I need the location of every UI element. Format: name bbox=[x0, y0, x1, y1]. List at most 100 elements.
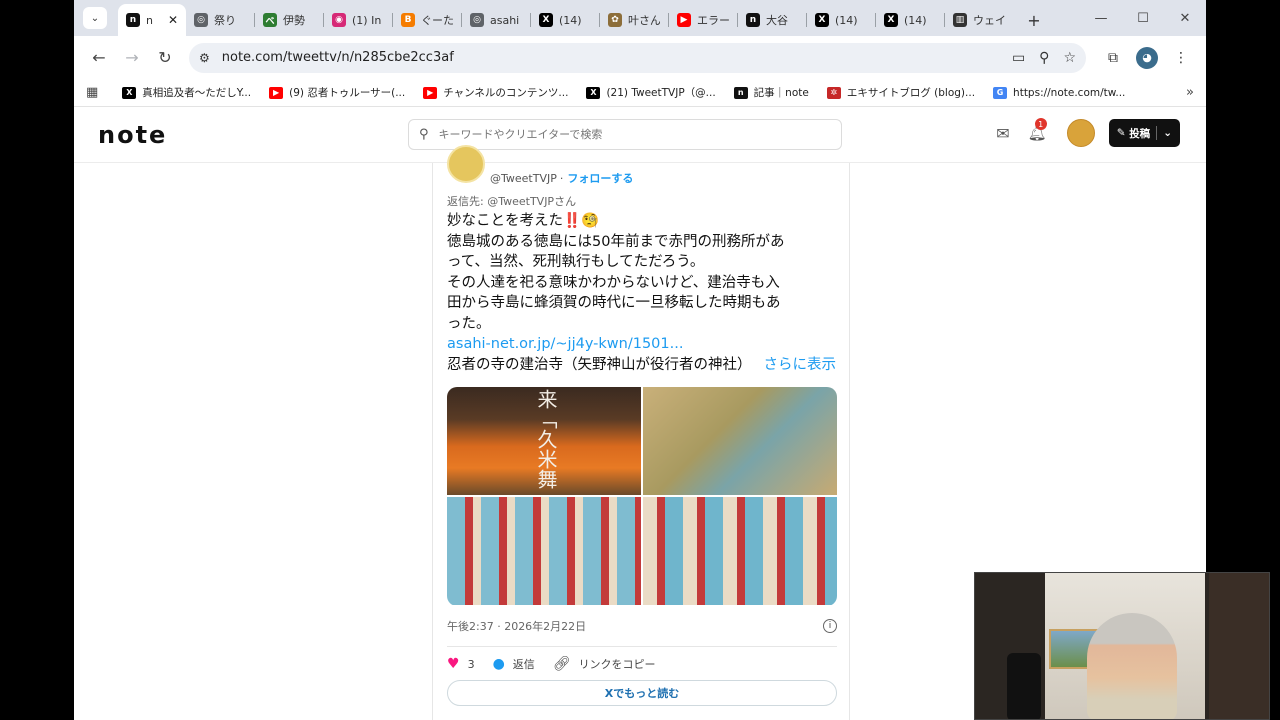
maximize-icon[interactable]: ☐ bbox=[1122, 0, 1164, 36]
notification-bell-icon[interactable]: 🔔︎ 1 bbox=[1028, 118, 1047, 142]
note-header: note ⚲ ✉ 🔔︎1 ✎ 投稿 ⌄ bbox=[74, 107, 1206, 163]
browser-tab[interactable]: ▥ ウェイ bbox=[945, 7, 1013, 33]
link-icon: 🔗︎ bbox=[552, 656, 571, 672]
browser-tab[interactable]: X (14) bbox=[876, 7, 944, 33]
new-tab-button[interactable]: + bbox=[1021, 11, 1047, 30]
bookmarks-bar: ▦ X 真相追及者〜ただしY... ▶ (9) 忍者トゥルーサー(... ▶ チャンネルの… bbox=[74, 79, 1206, 107]
bookmark-favicon-icon: n bbox=[733, 86, 748, 99]
tweet-media-grid[interactable]: 来「久米舞 bbox=[447, 387, 837, 606]
follow-link[interactable]: フォローする bbox=[567, 170, 633, 186]
user-avatar[interactable] bbox=[1066, 119, 1095, 147]
read-more-on-x-button[interactable]: Xでもっと読む bbox=[447, 680, 837, 706]
info-icon[interactable]: i bbox=[823, 619, 837, 633]
tweet-actions: ♥ 3 ● 返信 🔗︎ リンクをコピー bbox=[447, 656, 837, 672]
browser-tab[interactable]: ◎ asahi bbox=[462, 7, 530, 33]
browser-tab[interactable]: ✿ 叶さん bbox=[600, 7, 668, 33]
handle-separator: · bbox=[559, 171, 564, 185]
minimize-icon[interactable]: — bbox=[1080, 0, 1122, 36]
site-info-icon[interactable]: ⚙ bbox=[199, 51, 210, 65]
media-image-map-left[interactable] bbox=[447, 497, 641, 605]
tab-favicon-icon: X bbox=[539, 13, 553, 27]
back-button[interactable]: ← bbox=[84, 43, 114, 73]
tab-favicon-icon: B bbox=[401, 13, 415, 27]
tab-favicon-icon: n bbox=[746, 13, 760, 27]
reply-button[interactable]: ● 返信 bbox=[493, 656, 535, 672]
tweet-line: 妙なことを考えた‼️🧐 bbox=[447, 213, 600, 229]
close-tab-icon[interactable]: ✕ bbox=[168, 13, 178, 27]
webcam-shelf bbox=[1209, 573, 1269, 719]
bookmark-item[interactable]: X (21) TweetTVJP（@... bbox=[586, 85, 716, 100]
media-image-old-map[interactable] bbox=[643, 387, 837, 495]
browser-tab[interactable]: ◉ (1) In bbox=[324, 7, 392, 33]
webcam-overlay bbox=[974, 572, 1270, 720]
more-bookmarks-icon[interactable]: » bbox=[1186, 85, 1194, 100]
zoom-icon[interactable]: ⚲ bbox=[1039, 50, 1049, 66]
browser-tab[interactable]: ベ伊勢 bbox=[255, 7, 323, 33]
tweet-link[interactable]: asahi-net.or.jp/~jj4y-kwn/1501... bbox=[447, 334, 837, 355]
tab-favicon-icon: ▥ bbox=[953, 13, 967, 27]
extensions-icon[interactable]: ⧉ bbox=[1098, 43, 1128, 73]
browser-tab[interactable]: n 大谷 bbox=[738, 7, 806, 33]
address-bar[interactable]: ⚙ note.com/tweettv/n/n285cbe2cc3af ▭ ⚲ ☆ bbox=[189, 42, 1086, 73]
cast-off-icon[interactable]: ▭ bbox=[1012, 50, 1025, 66]
search-icon: ⚲ bbox=[419, 127, 429, 142]
media-image-map-right[interactable] bbox=[643, 497, 837, 605]
bookmark-favicon-icon: X bbox=[122, 86, 137, 99]
browser-tab[interactable]: ▶ エラー bbox=[669, 7, 737, 33]
bookmark-star-icon[interactable]: ☆ bbox=[1063, 50, 1076, 66]
menu-kebab-icon[interactable]: ⋮ bbox=[1166, 43, 1196, 73]
like-button[interactable]: ♥ 3 bbox=[447, 656, 475, 672]
divider bbox=[447, 646, 837, 647]
profile-button[interactable]: ◕ bbox=[1132, 43, 1162, 73]
search-input[interactable] bbox=[438, 128, 831, 141]
window-controls: — ☐ ✕ bbox=[1080, 0, 1206, 36]
tweet: @TweetTVJP · フォローする 返信先: @TweetTVJPさん 妙な… bbox=[447, 145, 837, 706]
header-actions: ✉ 🔔︎ 1 ✎ 投稿 ⌄ bbox=[996, 118, 1180, 147]
bookmark-item[interactable]: ▶ (9) 忍者トゥルーサー(... bbox=[269, 85, 405, 100]
tab-title: 祭り bbox=[214, 14, 236, 27]
bookmark-item[interactable]: X 真相追及者〜ただしY... bbox=[122, 85, 251, 100]
tweet-line: って、当然、死刑執行もしてただろう。 bbox=[447, 254, 705, 270]
tab-favicon-icon: ▶ bbox=[677, 13, 691, 27]
bookmark-item[interactable]: ✲ エキサイトブログ (blog)... bbox=[826, 85, 975, 100]
bookmark-favicon-icon: G bbox=[993, 86, 1008, 99]
tab-search-button[interactable]: ⌄ bbox=[83, 7, 107, 29]
apps-grid-icon[interactable]: ▦ bbox=[86, 85, 98, 100]
bookmark-item[interactable]: Ghttps://note.com/tw... bbox=[993, 86, 1125, 99]
mail-icon[interactable]: ✉ bbox=[996, 124, 1009, 143]
tab-title: ウェイ bbox=[973, 14, 1005, 27]
notification-badge: 1 bbox=[1034, 118, 1047, 130]
tweet-handle[interactable]: @TweetTVJP bbox=[490, 172, 557, 185]
browser-tab[interactable]: X (14) bbox=[807, 7, 875, 33]
close-window-icon[interactable]: ✕ bbox=[1164, 0, 1206, 36]
browser-tab[interactable]: n n ✕ bbox=[118, 4, 186, 36]
forward-button[interactable]: → bbox=[117, 43, 147, 73]
media-caption-text: 来「久米舞 bbox=[534, 389, 558, 489]
show-more-link[interactable]: さらに表示 bbox=[764, 357, 837, 373]
chevron-down-icon[interactable]: ⌄ bbox=[1163, 127, 1172, 139]
bookmark-label: 真相追及者〜ただしY... bbox=[142, 87, 252, 99]
tweet-author-avatar[interactable] bbox=[447, 145, 485, 183]
tweet-line: その人達を祀る意味かわからないけど、建治寺も入 bbox=[447, 274, 780, 291]
note-search-box[interactable]: ⚲ bbox=[408, 119, 842, 150]
url-text[interactable]: note.com/tweettv/n/n285cbe2cc3af bbox=[222, 50, 998, 65]
bookmark-item[interactable]: ▶ チャンネルのコンテンツ... bbox=[423, 85, 568, 100]
tweet-timestamp[interactable]: 午後2:37 · 2026年2月22日 bbox=[447, 618, 586, 634]
post-button[interactable]: ✎ 投稿 ⌄ bbox=[1108, 119, 1180, 147]
browser-tab[interactable]: X (14) bbox=[531, 7, 599, 33]
copy-link-button[interactable]: 🔗︎ リンクをコピー bbox=[553, 656, 656, 672]
tab-favicon-icon: ◉ bbox=[332, 13, 346, 27]
tweet-line: 徳島城のある徳島には50年前まで赤門の刑務所があ bbox=[447, 233, 785, 250]
tweet-line: 田から寺島に蜂須賀の時代に一旦移転した時期もあ bbox=[447, 295, 781, 311]
media-image-ceremony[interactable]: 来「久米舞 bbox=[447, 387, 641, 495]
reply-label: 返信 bbox=[512, 658, 535, 671]
bookmark-list: X 真相追及者〜ただしY... ▶ (9) 忍者トゥルーサー(... ▶ チャンネルのコン… bbox=[122, 85, 1143, 100]
tab-favicon-icon: n bbox=[126, 13, 140, 27]
browser-tab[interactable]: ◎ 祭り bbox=[186, 7, 254, 33]
note-logo[interactable]: note bbox=[98, 121, 167, 149]
bookmark-item[interactable]: n 記事｜note bbox=[733, 85, 809, 100]
reload-button[interactable]: ↻ bbox=[150, 43, 180, 73]
bookmark-label: 記事｜note bbox=[753, 87, 809, 99]
browser-tab[interactable]: B ぐーた bbox=[393, 7, 461, 33]
tab-favicon-icon: ◎ bbox=[194, 13, 208, 27]
